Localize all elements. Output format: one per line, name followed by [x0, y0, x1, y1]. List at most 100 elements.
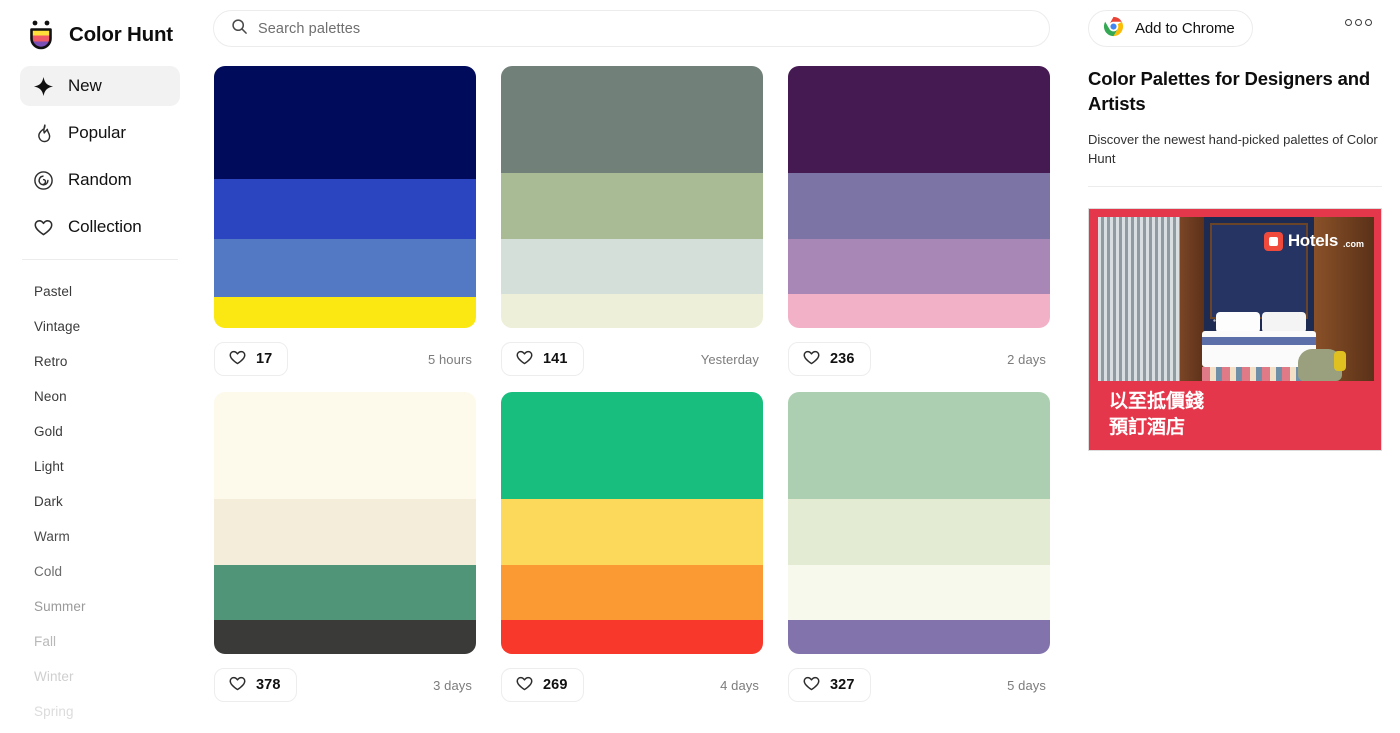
palette-time: 4 days	[720, 677, 759, 693]
brand-header[interactable]: Color Hunt	[0, 0, 200, 56]
palette-swatch[interactable]	[214, 499, 476, 565]
chrome-logo-icon	[1103, 16, 1124, 42]
ad-door-frame	[1180, 217, 1204, 381]
flame-icon	[32, 122, 54, 144]
heart-outline-icon	[228, 674, 247, 697]
sidebar-item-popular-label: Popular	[68, 123, 126, 142]
menu-dot	[1365, 19, 1372, 26]
tag-spring[interactable]: Spring	[34, 694, 200, 729]
palette-meta: 17 5 hours	[214, 328, 476, 380]
heart-outline-icon	[32, 216, 54, 238]
palette-swatches[interactable]	[501, 392, 763, 654]
like-button[interactable]: 17	[214, 342, 289, 376]
palette-swatch[interactable]	[788, 66, 1050, 174]
three-dots-menu-icon[interactable]	[1345, 19, 1372, 26]
palette-swatch[interactable]	[501, 293, 763, 328]
ad-caption-line2: 預訂酒店	[1109, 417, 1186, 438]
search-box[interactable]	[213, 10, 1050, 47]
search-input[interactable]	[258, 20, 1032, 37]
ad-hotel-room-photo: Hotels .com	[1098, 217, 1374, 381]
brand-name: Color Hunt	[69, 23, 173, 46]
sidebar-item-new[interactable]: New	[20, 66, 180, 106]
palette-swatch[interactable]	[788, 499, 1050, 565]
palette-swatch[interactable]	[501, 564, 763, 620]
palette-swatch[interactable]	[214, 178, 476, 239]
tag-fall[interactable]: Fall	[34, 624, 200, 659]
palette-meta: 269 4 days	[501, 654, 763, 706]
tag-dark[interactable]: Dark	[34, 484, 200, 519]
palette-swatch[interactable]	[501, 238, 763, 294]
palette-swatch[interactable]	[501, 619, 763, 654]
tag-neon[interactable]: Neon	[34, 379, 200, 414]
advertisement-banner[interactable]: Hotels .com 以至抵價錢 預訂酒店	[1088, 208, 1382, 451]
palette-swatch[interactable]	[788, 293, 1050, 328]
palette-swatch[interactable]	[501, 66, 763, 174]
ad-caption: 以至抵價錢 預訂酒店	[1109, 389, 1204, 441]
palette-swatch[interactable]	[788, 392, 1050, 500]
ad-caption-line1: 以至抵價錢	[1109, 391, 1205, 412]
tag-light[interactable]: Light	[34, 449, 200, 484]
palette-swatch[interactable]	[501, 499, 763, 565]
tag-cold[interactable]: Cold	[34, 554, 200, 589]
palette-card: 17 5 hours	[214, 66, 476, 380]
palette-meta: 141 Yesterday	[501, 328, 763, 380]
palette-card: 269 4 days	[501, 392, 763, 706]
spiral-icon	[32, 169, 54, 191]
tag-winter[interactable]: Winter	[34, 659, 200, 694]
palette-swatch[interactable]	[501, 392, 763, 500]
palette-row: 378 3 days 269 4 days 327 5 days	[214, 392, 1052, 706]
palette-swatches[interactable]	[501, 66, 763, 328]
left-sidebar: Color Hunt New Popular Random Collection…	[0, 0, 200, 733]
tag-vintage[interactable]: Vintage	[34, 309, 200, 344]
heart-outline-icon	[228, 348, 247, 371]
tag-list: Pastel Vintage Retro Neon Gold Light Dar…	[0, 260, 200, 729]
sidebar-item-random-label: Random	[68, 170, 132, 189]
like-button[interactable]: 269	[501, 668, 584, 702]
palette-card: 141 Yesterday	[501, 66, 763, 380]
add-to-chrome-label: Add to Chrome	[1135, 20, 1235, 37]
ad-backpack-strap	[1334, 351, 1346, 371]
palette-swatch[interactable]	[214, 238, 476, 297]
palette-swatches[interactable]	[214, 392, 476, 654]
palette-swatches[interactable]	[788, 392, 1050, 654]
palette-swatch[interactable]	[788, 564, 1050, 620]
palette-swatch[interactable]	[214, 564, 476, 620]
ad-glass-door	[1098, 217, 1180, 381]
like-button[interactable]: 236	[788, 342, 871, 376]
menu-dot	[1345, 19, 1352, 26]
palette-swatch[interactable]	[788, 238, 1050, 294]
primary-nav: New Popular Random Collection	[0, 66, 200, 247]
ad-pillow	[1262, 312, 1306, 333]
palette-swatch[interactable]	[501, 173, 763, 239]
palette-swatch[interactable]	[788, 173, 1050, 239]
add-to-chrome-button[interactable]: Add to Chrome	[1088, 10, 1253, 47]
sidebar-item-collection[interactable]: Collection	[20, 207, 180, 247]
palette-swatch[interactable]	[214, 296, 476, 328]
sidebar-item-random[interactable]: Random	[20, 160, 180, 200]
tag-gold[interactable]: Gold	[34, 414, 200, 449]
like-button[interactable]: 378	[214, 668, 297, 702]
palette-swatch[interactable]	[788, 619, 1050, 654]
palette-swatches[interactable]	[214, 66, 476, 328]
palette-card: 378 3 days	[214, 392, 476, 706]
search-icon	[231, 18, 248, 40]
tag-warm[interactable]: Warm	[34, 519, 200, 554]
sidebar-item-popular[interactable]: Popular	[20, 113, 180, 153]
palette-grid: 17 5 hours 141 Yesterday 236 2 days 378 …	[214, 66, 1052, 706]
heart-outline-icon	[515, 348, 534, 371]
palette-swatch[interactable]	[214, 392, 476, 500]
like-button[interactable]: 327	[788, 668, 871, 702]
hotels-logo-tld: .com	[1342, 239, 1364, 249]
hotels-logo-inner	[1268, 236, 1278, 246]
like-button[interactable]: 141	[501, 342, 584, 376]
tag-pastel[interactable]: Pastel	[34, 274, 200, 309]
palette-swatch[interactable]	[214, 619, 476, 654]
palette-meta: 378 3 days	[214, 654, 476, 706]
tag-retro[interactable]: Retro	[34, 344, 200, 379]
palette-swatches[interactable]	[788, 66, 1050, 328]
hotels-com-logo: Hotels .com	[1263, 231, 1364, 251]
tag-summer[interactable]: Summer	[34, 589, 200, 624]
palette-swatch[interactable]	[214, 66, 476, 179]
hotels-logo-mark-icon	[1263, 231, 1283, 251]
heart-outline-icon	[802, 674, 821, 697]
